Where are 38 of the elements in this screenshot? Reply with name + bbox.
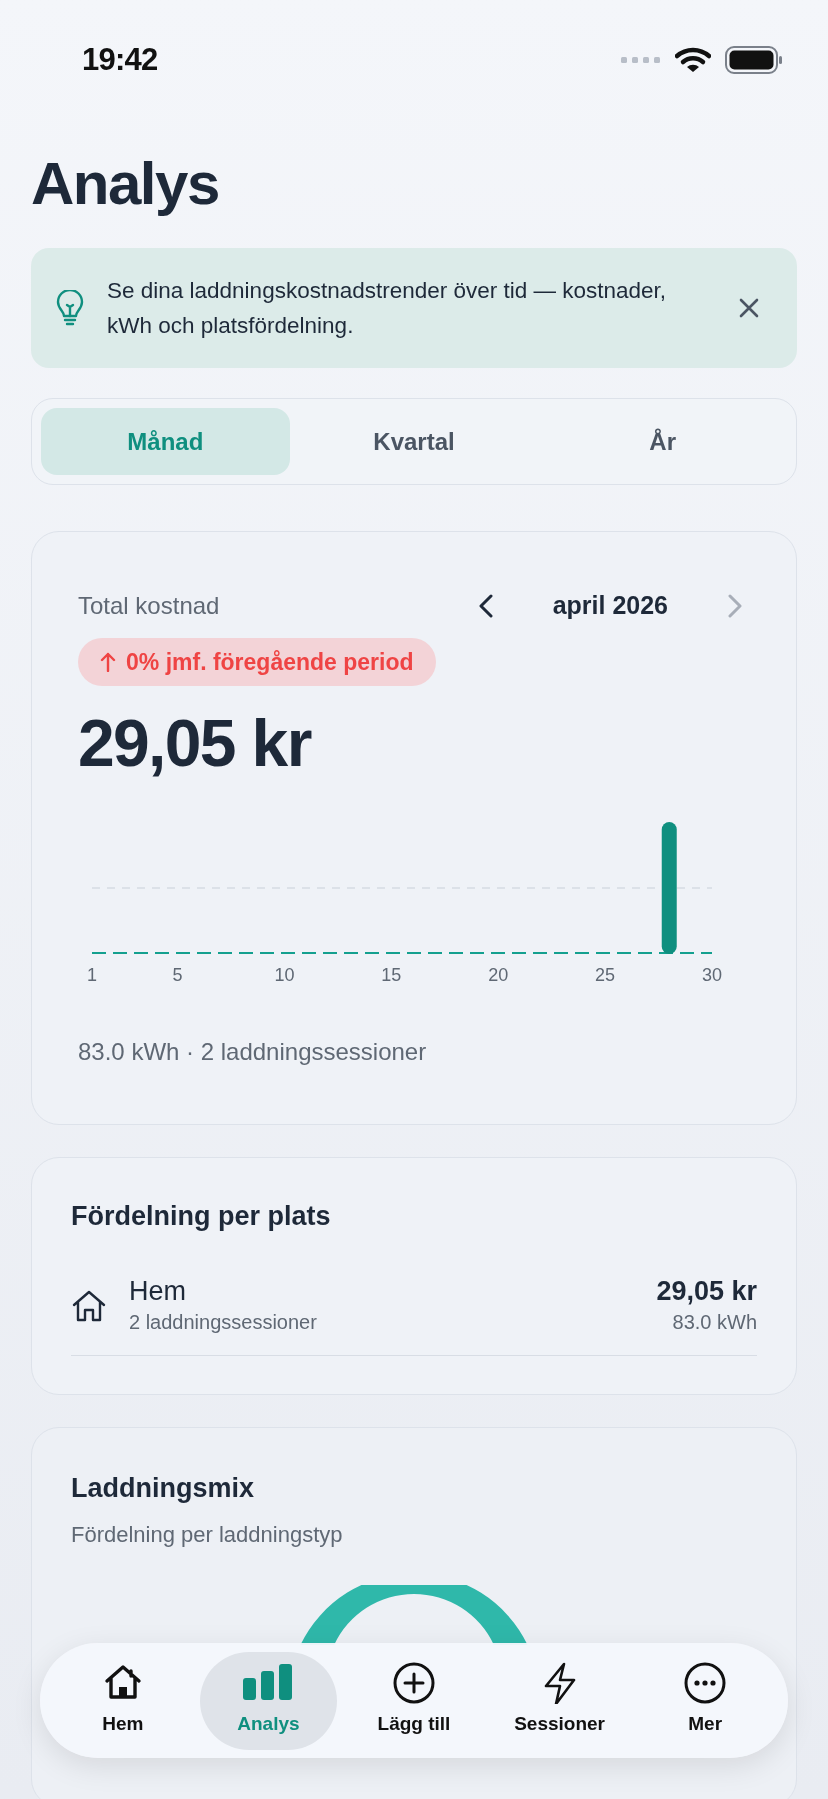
battery-icon (725, 46, 783, 74)
more-icon (683, 1662, 728, 1705)
card-title: Laddningsmix (71, 1471, 255, 1505)
axis-label: 30 (702, 964, 722, 987)
house-icon (71, 1288, 107, 1323)
axis-label: 10 (274, 964, 295, 987)
lightbulb-icon (55, 290, 85, 326)
tab-bar-item[interactable]: Mer (636, 1651, 774, 1750)
summary-text: 83.0 kWh · 2 laddningssessioner (78, 1037, 428, 1067)
plus-circle-icon (392, 1662, 436, 1705)
status-time: 19:42 (82, 40, 158, 79)
wifi-icon (675, 47, 711, 73)
close-icon[interactable] (739, 298, 759, 318)
period-tab[interactable]: Kvartal (289, 408, 539, 475)
page-title: Analys (31, 154, 220, 214)
location-sessions: 2 laddningssessioner (129, 1309, 318, 1335)
axis-label: 20 (488, 964, 509, 987)
card-subtitle: Fördelning per laddningstyp (71, 1521, 344, 1549)
arrow-up-icon (100, 652, 116, 672)
location-energy: 83.0 kWh (672, 1309, 757, 1335)
axis-label: 1 (87, 964, 97, 987)
axis-label: 25 (595, 964, 616, 987)
previous-icon[interactable] (478, 594, 493, 618)
total-cost: 29,05 kr (78, 710, 313, 776)
location-cost: 29,05 kr (656, 1274, 757, 1307)
change-text: 0% jmf. föregående period (126, 647, 414, 677)
tab-bar-item[interactable]: Lägg till (345, 1651, 483, 1750)
period-label: april 2026 (552, 590, 668, 622)
signal-icon (621, 56, 661, 64)
banner-text: Se dina laddningskostnadstrender över tid — kostnader, kWh och platsfördelning. (107, 277, 668, 340)
tab-bar-item[interactable]: Hem (54, 1651, 192, 1750)
axis-label: 5 (172, 964, 183, 987)
tab-bar-item[interactable]: Sessioner (490, 1651, 629, 1750)
period-tab[interactable]: År (538, 408, 787, 475)
card-label: Total kostnad (78, 591, 220, 621)
axis-label: 15 (381, 964, 402, 987)
location-name: Hem (129, 1274, 187, 1307)
card-title: Fördelning per plats (71, 1200, 332, 1233)
